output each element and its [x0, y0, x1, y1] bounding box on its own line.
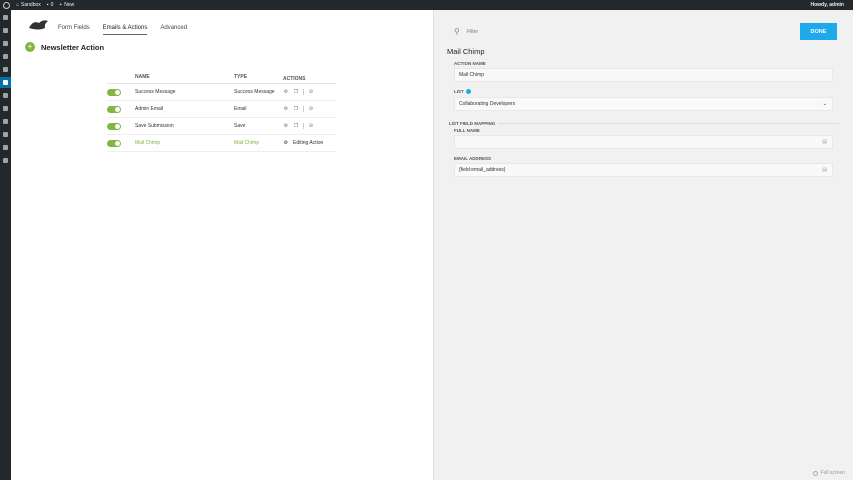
wordpress-logo-icon[interactable]	[3, 1, 10, 9]
form-title-row: + Newsletter Action	[25, 42, 104, 52]
action-name: Save Submission	[135, 123, 174, 129]
pin-icon	[3, 28, 8, 33]
list-value: Collaborating Developers	[459, 101, 516, 107]
menu-item-settings[interactable]	[0, 142, 11, 153]
search-icon: ⚲	[454, 27, 460, 36]
brush-icon	[3, 93, 8, 98]
admin-menu	[0, 10, 11, 480]
menu-item-appearance[interactable]	[0, 90, 11, 101]
done-button[interactable]: DONE	[800, 23, 837, 40]
drawer-title: Mail Chimp	[447, 47, 485, 56]
chevron-down-icon: ⌄	[822, 101, 827, 107]
menu-item-media[interactable]	[0, 38, 11, 49]
table-row[interactable]: Save Submission Save ⚙ ❐ ⊘	[107, 118, 336, 135]
settings-icon[interactable]: ⚙	[283, 89, 289, 95]
new-content-link[interactable]: + New	[59, 2, 74, 8]
page-icon	[3, 54, 8, 59]
list-select[interactable]: Collaborating Developers ⌄	[454, 97, 833, 111]
user-icon	[3, 119, 8, 124]
table-row[interactable]: Admin Email Email ⚙ ❐ ⊘	[107, 101, 336, 118]
enable-toggle[interactable]	[107, 122, 121, 130]
add-action-button[interactable]: +	[25, 42, 35, 52]
form-builder: Form Fields Emails & Actions Advanced + …	[11, 10, 433, 480]
action-name: Success Message	[135, 89, 176, 95]
menu-item-pages[interactable]	[0, 51, 11, 62]
menu-item-dashboard[interactable]	[0, 12, 11, 23]
forms-icon	[3, 80, 8, 85]
table-row[interactable]: Success Message Success Message ⚙ ❐ ⊘	[107, 84, 336, 101]
ninja-logo-icon	[29, 20, 48, 30]
action-name-label: ACTION NAME	[454, 61, 486, 66]
delete-icon[interactable]: ⊘	[308, 106, 314, 112]
action-name-field[interactable]: Mail Chimp	[454, 68, 833, 82]
action-type: Success Message	[234, 89, 275, 95]
tab-form-fields[interactable]: Form Fields	[58, 25, 90, 35]
action-type: Mail Chimp	[234, 140, 260, 146]
action-name: Admin Email	[135, 106, 164, 112]
plus-icon: +	[59, 2, 63, 8]
full-name-label: FULL NAME	[454, 128, 480, 133]
list-field-mapping: LIST FIELD MAPPING	[449, 121, 839, 191]
collapse-icon	[3, 158, 8, 163]
media-icon	[3, 41, 8, 46]
email-label: EMAIL ADDRESS	[454, 156, 492, 161]
merge-tag-icon[interactable]: ▤	[822, 167, 827, 173]
menu-item-collapse[interactable]	[0, 155, 11, 166]
enable-toggle[interactable]	[107, 139, 121, 147]
menu-item-posts[interactable]	[0, 25, 11, 36]
settings-icon	[3, 145, 8, 150]
menu-item-tools[interactable]	[0, 129, 11, 140]
enable-toggle[interactable]	[107, 105, 121, 113]
plugin-icon	[3, 106, 8, 111]
account-link[interactable]: Howdy, admin	[810, 2, 844, 8]
header-type: TYPE	[234, 74, 248, 80]
action-settings-drawer: ⚲ DONE Mail Chimp ACTION NAME Mail Chimp…	[433, 10, 853, 480]
menu-item-users[interactable]	[0, 116, 11, 127]
wrench-icon	[3, 132, 8, 137]
site-name-link[interactable]: ⌂ Sandbox	[16, 2, 41, 8]
menu-item-comments[interactable]	[0, 64, 11, 75]
actions-table: NAME TYPE ACTIONS Success Message Succes…	[107, 74, 336, 152]
full-name-field[interactable]: ▤	[454, 135, 833, 149]
menu-item-plugins[interactable]	[0, 103, 11, 114]
settings-icon[interactable]: ⚙	[283, 140, 289, 146]
dashboard-icon	[3, 15, 8, 20]
comment-icon: ▪	[46, 2, 49, 8]
table-row[interactable]: Mail Chimp Mail Chimp ⚙ Editing Action	[107, 135, 336, 152]
duplicate-icon[interactable]: ❐	[293, 106, 299, 112]
action-type: Email	[234, 106, 247, 112]
tab-advanced[interactable]: Advanced	[160, 25, 187, 35]
duplicate-icon[interactable]: ❐	[293, 89, 299, 95]
mapping-label: LIST FIELD MAPPING	[449, 121, 499, 126]
tab-emails-actions[interactable]: Emails & Actions	[102, 25, 148, 35]
filter-input[interactable]	[467, 27, 667, 36]
comments-link[interactable]: ▪ 0	[47, 2, 54, 8]
refresh-icon[interactable]	[465, 89, 471, 95]
table-header: NAME TYPE ACTIONS	[107, 74, 336, 84]
menu-item-forms[interactable]	[0, 77, 11, 88]
comment-icon	[3, 67, 8, 72]
header-name: NAME	[135, 74, 150, 80]
delete-icon[interactable]: ⊘	[308, 89, 314, 95]
list-label: LIST	[454, 89, 471, 95]
action-name-value: Mail Chimp	[459, 72, 485, 78]
admin-bar: ⌂ Sandbox ▪ 0 + New Howdy, admin	[0, 0, 853, 10]
editing-label: Editing Action	[293, 140, 324, 146]
email-value: {field:email_address}	[459, 167, 506, 173]
settings-icon[interactable]: ⚙	[283, 123, 289, 129]
builder-tabs: Form Fields Emails & Actions Advanced	[58, 25, 200, 35]
home-icon: ⌂	[16, 2, 20, 8]
action-name: Mail Chimp	[135, 140, 161, 146]
enable-toggle[interactable]	[107, 88, 121, 96]
action-type: Save	[234, 123, 246, 129]
settings-icon[interactable]: ⚙	[283, 106, 289, 112]
fullscreen-icon	[812, 470, 818, 476]
form-title: Newsletter Action	[41, 42, 105, 52]
fullscreen-toggle[interactable]: Full screen	[812, 470, 845, 476]
duplicate-icon[interactable]: ❐	[293, 123, 299, 129]
delete-icon[interactable]: ⊘	[308, 123, 314, 129]
merge-tag-icon[interactable]: ▤	[822, 139, 827, 145]
header-actions: ACTIONS	[283, 75, 306, 82]
email-field[interactable]: {field:email_address} ▤	[454, 163, 833, 177]
